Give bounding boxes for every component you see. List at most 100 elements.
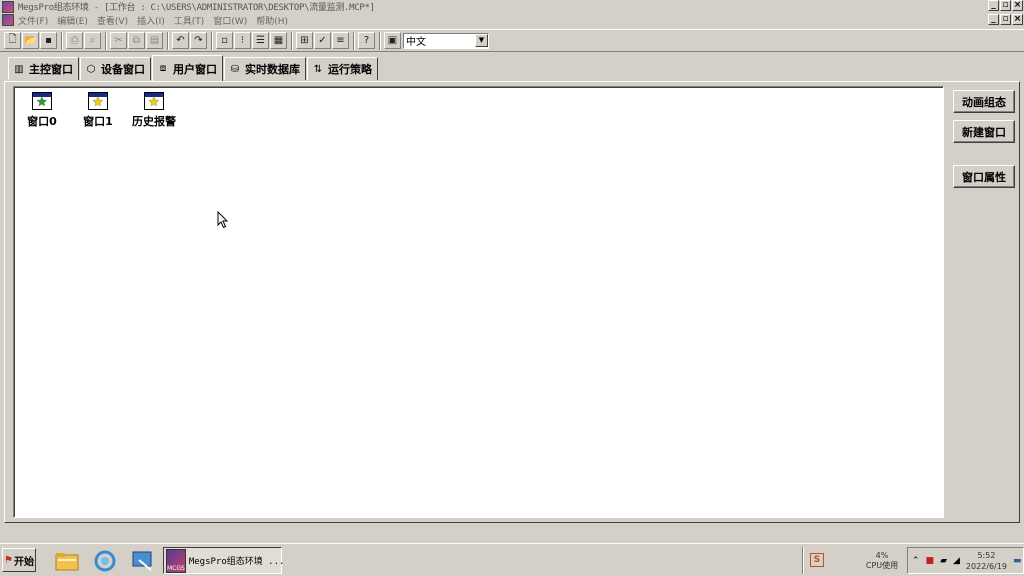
user-window-list[interactable]: ★ 窗口0 ★ 窗口1 ★ 历史报警 — [13, 86, 944, 518]
toolbar-tools-group: ⊞ ✓ ≡ — [296, 31, 354, 50]
toolbar-edit-group: ✂ ⧉ ▤ — [110, 31, 168, 50]
clock[interactable]: 5:52 2022/6/19 — [966, 550, 1007, 572]
tab-label: 运行策略 — [328, 63, 372, 76]
document-window-controls: _ ▫ × — [988, 14, 1023, 25]
window-properties-button[interactable]: 窗口属性 — [953, 165, 1015, 188]
small-icons-icon[interactable]: ⁝ — [234, 32, 251, 49]
tab-device[interactable]: ⬡ 设备窗口 — [80, 57, 151, 80]
properties-icon[interactable]: ⊞ — [296, 32, 313, 49]
large-icons-icon[interactable]: ▫ — [216, 32, 233, 49]
tab-label: 实时数据库 — [245, 63, 300, 76]
user-window-label: 窗口1 — [83, 115, 113, 128]
task-label: MegsPro组态环境 ... — [188, 557, 285, 567]
clock-date: 2022/6/19 — [965, 561, 1007, 571]
minimize-button[interactable]: _ — [988, 0, 999, 11]
window-title: MegsPro组态环境 - [工作台 : C:\USERS\ADMINISTRA… — [18, 3, 375, 13]
start-label: 开始 — [13, 556, 34, 568]
device-icon: ⬡ — [86, 63, 96, 75]
tab-label: 设备窗口 — [101, 63, 145, 76]
workspace-panel: ★ 窗口0 ★ 窗口1 ★ 历史报警 动画组态 新建窗口 窗口属性 — [4, 81, 1020, 523]
input-method-icon[interactable]: S — [810, 553, 824, 567]
browser-icon[interactable] — [92, 548, 118, 574]
window-icon: ★ — [32, 92, 52, 110]
language-value: 中文 — [406, 37, 426, 48]
user-window-item-2[interactable]: ★ 历史报警 — [129, 92, 179, 129]
new-file-icon[interactable]: 🗋 — [4, 32, 21, 49]
redo-icon[interactable]: ↷ — [190, 32, 207, 49]
list-view-icon[interactable]: ☰ — [252, 32, 269, 49]
user-window-item-0[interactable]: ★ 窗口0 — [17, 92, 67, 129]
clock-time: 5:52 — [977, 550, 996, 560]
app-tray-icon[interactable]: ■ — [926, 556, 935, 566]
main-control-icon: ▥ — [14, 63, 24, 75]
user-window-item-1[interactable]: ★ 窗口1 — [73, 92, 123, 129]
copy-icon[interactable]: ⧉ — [128, 32, 145, 49]
mouse-cursor-icon — [217, 211, 229, 229]
menu-insert[interactable]: 插入(I) — [137, 14, 165, 27]
doc-minimize-button[interactable]: _ — [988, 14, 999, 25]
cpu-label: CPU使用 — [865, 561, 899, 570]
tab-run-strategy[interactable]: ⇅ 运行策略 — [307, 57, 378, 80]
user-window-label: 历史报警 — [132, 115, 176, 128]
maximize-button[interactable]: ▫ — [1000, 0, 1011, 11]
paste-icon[interactable]: ▤ — [146, 32, 163, 49]
tab-label: 用户窗口 — [173, 62, 217, 76]
menu-window[interactable]: 窗口(W) — [213, 14, 247, 27]
tab-realtime-database[interactable]: ⛁ 实时数据库 — [224, 57, 306, 80]
window-icon: ★ — [144, 92, 164, 110]
windows-logo-icon: ⚑ — [4, 554, 13, 566]
language-icon[interactable]: ▣ — [384, 32, 401, 49]
user-window-label: 窗口0 — [27, 115, 57, 128]
check-icon[interactable]: ✓ — [314, 32, 331, 49]
toolbar-undo-group: ↶ ↷ — [172, 31, 212, 50]
title-bar: MegsPro组态环境 - [工作台 : C:\USERS\ADMINISTRA… — [0, 0, 1024, 13]
details-view-icon[interactable]: ▦ — [270, 32, 287, 49]
show-desktop-icon[interactable]: ▬ — [1013, 556, 1022, 566]
close-button[interactable]: × — [1012, 0, 1023, 11]
chevron-down-icon[interactable]: ▼ — [475, 34, 488, 47]
toolbar-print-group: ⎙ ⌕ — [66, 31, 106, 50]
user-window-icon: ⧈ — [159, 63, 167, 74]
save-icon[interactable]: ▪ — [40, 32, 57, 49]
network-tool-icon[interactable] — [130, 548, 156, 574]
undo-icon[interactable]: ↶ — [172, 32, 189, 49]
doc-close-button[interactable]: × — [1012, 14, 1023, 25]
show-hidden-icons-icon[interactable]: ⌃ — [912, 556, 920, 566]
file-explorer-icon[interactable] — [54, 548, 80, 574]
network-icon[interactable]: ▰ — [940, 556, 947, 566]
app-icon — [2, 0, 14, 13]
print-preview-icon[interactable]: ⌕ — [84, 32, 101, 49]
tab-label: 主控窗口 — [29, 63, 73, 76]
tab-main-control[interactable]: ▥ 主控窗口 — [8, 57, 79, 80]
document-icon[interactable] — [2, 14, 14, 26]
menu-view[interactable]: 查看(V) — [97, 14, 128, 27]
mcgs-app-icon: MCGS — [166, 548, 186, 573]
open-folder-icon[interactable]: 📂 — [22, 32, 39, 49]
tab-user-window[interactable]: ⧈ 用户窗口 — [152, 55, 223, 81]
taskbar-megspro-button[interactable]: MCGS MegsPro组态环境 ... — [163, 547, 285, 574]
toolbar-file-group: 🗋 📂 ▪ — [4, 31, 62, 50]
menu-edit[interactable]: 编辑(E) — [57, 14, 88, 27]
new-window-button[interactable]: 新建窗口 — [953, 120, 1015, 143]
cpu-percent: 4% — [875, 551, 889, 560]
tray-separator — [802, 547, 804, 574]
database-icon: ⛁ — [230, 63, 240, 75]
toolbar-view-group: ▫ ⁝ ☰ ▦ — [216, 31, 292, 50]
volume-icon[interactable]: ◢ — [953, 556, 960, 566]
animation-config-button[interactable]: 动画组态 — [953, 90, 1015, 113]
language-select[interactable]: 中文 ▼ — [403, 32, 489, 49]
menu-file[interactable]: 文件(F) — [18, 14, 48, 27]
taskbar: ⚑ 开始 MCGS MegsPro组态环境 ... S 4% CPU使用 ⌃ ■… — [0, 543, 1024, 576]
help-icon[interactable]: ? — [358, 32, 375, 49]
system-tray: ⌃ ■ ▰ ◢ 5:52 2022/6/19 ▬ — [907, 547, 1024, 574]
toolbar: 🗋 📂 ▪ ⎙ ⌕ ✂ ⧉ ▤ ↶ ↷ ▫ ⁝ ☰ ▦ ⊞ ✓ ≡ ? ▣ 中文… — [0, 29, 1024, 52]
workspace-tabs: ▥ 主控窗口 ⬡ 设备窗口 ⧈ 用户窗口 ⛁ 实时数据库 ⇅ 运行策略 — [8, 55, 379, 81]
doc-restore-button[interactable]: ▫ — [1000, 14, 1011, 25]
menu-help[interactable]: 帮助(H) — [256, 14, 288, 27]
strategy-icon: ⇅ — [313, 63, 323, 75]
menu-tools[interactable]: 工具(T) — [174, 14, 205, 27]
print-icon[interactable]: ⎙ — [66, 32, 83, 49]
start-button[interactable]: ⚑ 开始 — [2, 548, 36, 572]
compile-icon[interactable]: ≡ — [332, 32, 349, 49]
cut-icon[interactable]: ✂ — [110, 32, 127, 49]
